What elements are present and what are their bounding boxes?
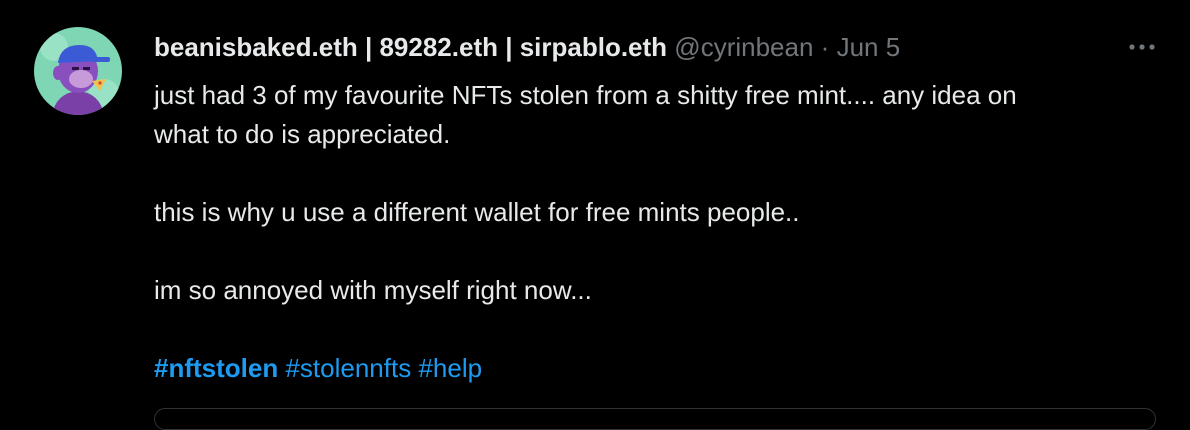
more-horizontal-icon bbox=[1129, 44, 1155, 50]
tweet-text-line: im so annoyed with myself right now... bbox=[154, 275, 592, 305]
tweet-text: just had 3 of my favourite NFTs stolen f… bbox=[154, 76, 1174, 388]
tweet-text-line: what to do is appreciated. bbox=[154, 119, 451, 149]
author-handle[interactable]: @cyrinbean bbox=[674, 32, 813, 62]
hashtag-link[interactable]: #stolennfts bbox=[285, 353, 411, 383]
tweet[interactable]: beanisbaked.eth | 89282.eth | sirpablo.e… bbox=[0, 0, 1190, 430]
avatar[interactable] bbox=[34, 27, 122, 115]
media-card[interactable] bbox=[154, 408, 1156, 430]
tweet-text-line: just had 3 of my favourite NFTs stolen f… bbox=[154, 80, 1017, 110]
hashtag-line: #nftstolen #stolennfts #help bbox=[154, 349, 1174, 388]
tweet-date[interactable]: Jun 5 bbox=[837, 32, 901, 62]
tweet-header: beanisbaked.eth | 89282.eth | sirpablo.e… bbox=[154, 30, 900, 64]
author-display-name[interactable]: beanisbaked.eth | 89282.eth | sirpablo.e… bbox=[154, 32, 667, 62]
tweet-text-line: this is why u use a different wallet for… bbox=[154, 197, 800, 227]
purple-ape-avatar-icon bbox=[34, 27, 122, 115]
more-options-button[interactable] bbox=[1120, 30, 1164, 64]
hashtag-link[interactable]: #nftstolen bbox=[154, 353, 278, 383]
meta-separator: · bbox=[820, 32, 830, 62]
hashtag-link[interactable]: #help bbox=[418, 353, 482, 383]
